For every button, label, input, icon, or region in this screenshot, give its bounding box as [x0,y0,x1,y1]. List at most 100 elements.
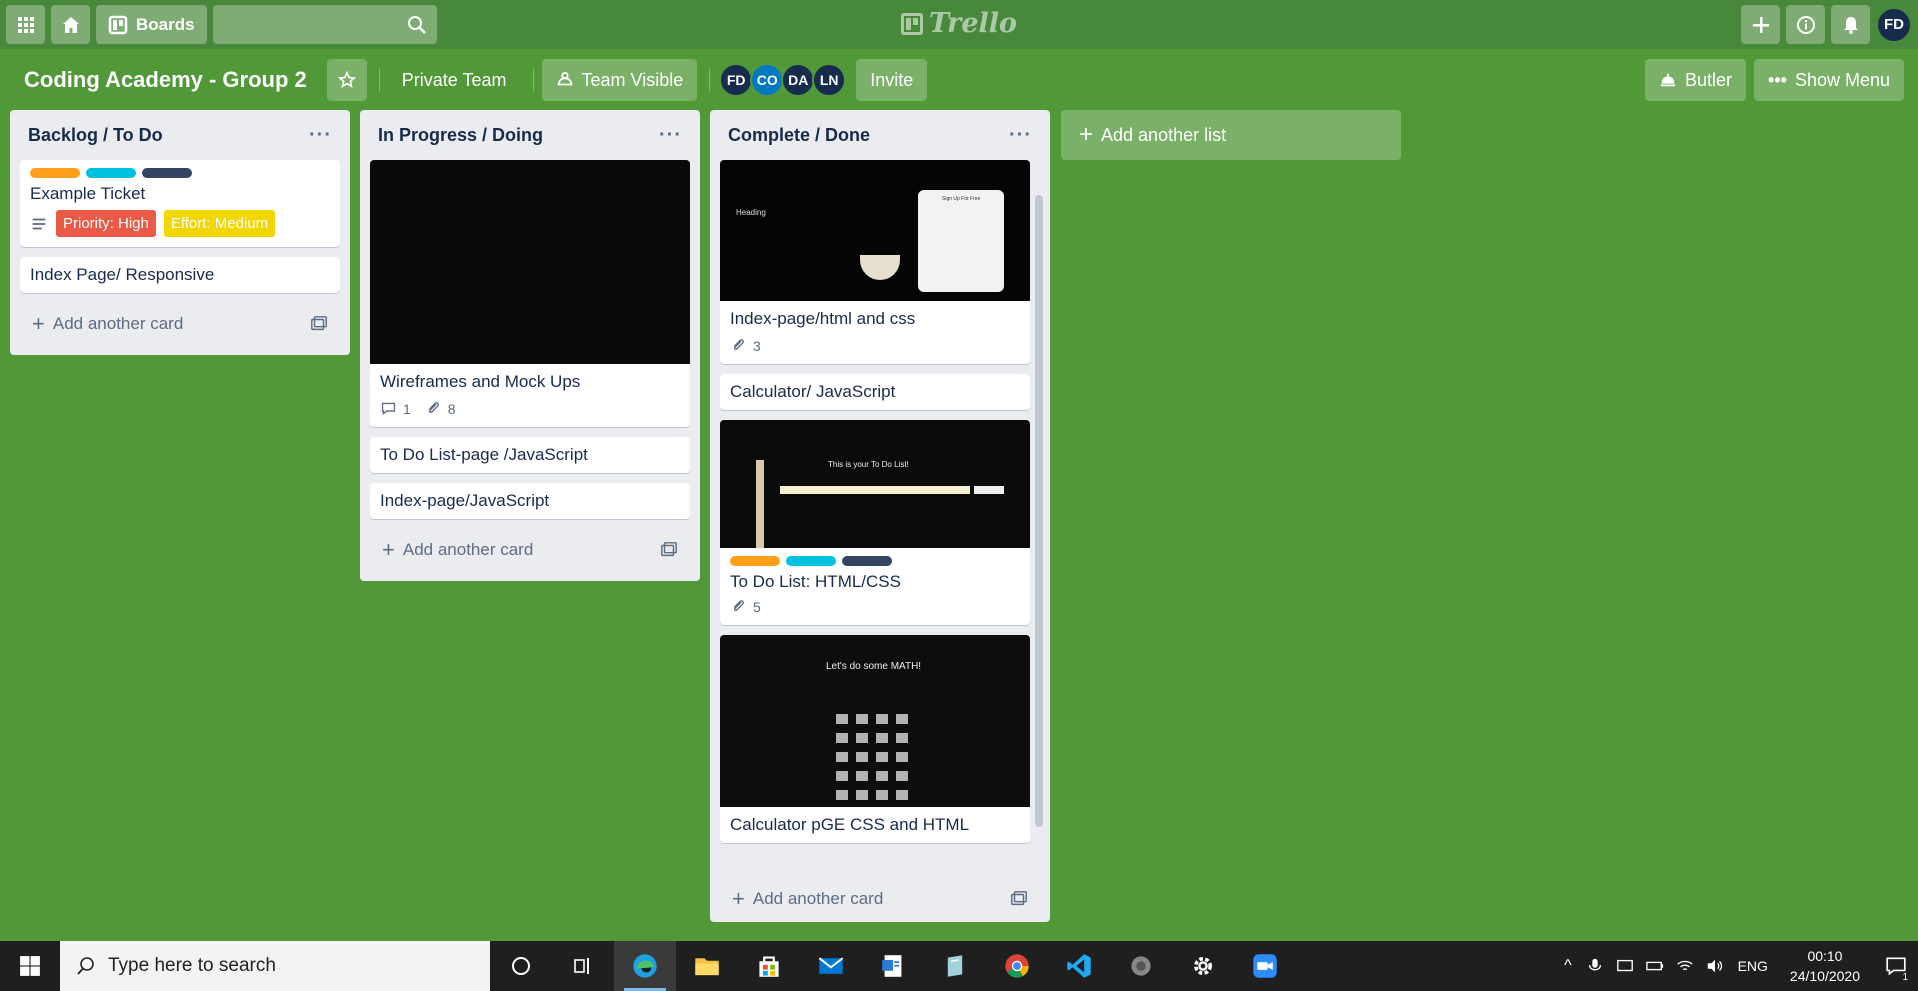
card-example-ticket[interactable]: Example Ticket Priority: High Effort: Me… [20,160,340,247]
start-button[interactable] [0,941,60,991]
zoom-app[interactable] [1234,941,1296,991]
user-avatar[interactable]: FD [1876,6,1912,43]
plus-icon: + [1079,121,1094,148]
notifications-button[interactable]: 1 [1874,941,1918,991]
clock[interactable]: 00:10 24/10/2020 [1790,946,1860,986]
plus-icon: + [732,886,745,911]
store-icon [759,956,779,977]
thumb-text: Let's do some MATH! [826,661,922,672]
document-app[interactable] [862,941,924,991]
battery-icon[interactable] [1645,957,1664,975]
comment-icon [381,402,396,415]
clock-time: 00:10 [1807,948,1843,964]
device-icon[interactable] [1616,957,1634,975]
trello-logo[interactable]: Trello [900,8,1018,39]
card-template-icon[interactable] [1010,890,1028,908]
search-input[interactable] [212,5,437,44]
card-labels[interactable] [20,160,340,178]
card-cover-image: This is your To Do List! [720,420,1030,548]
mail-app[interactable] [800,941,862,991]
list-scrollbar[interactable] [1035,195,1043,827]
attachments-badge: 8 [425,400,456,417]
folder-icon [695,958,719,976]
language-indicator[interactable]: ENG [1738,958,1768,974]
card-wireframes[interactable]: Wireframes and Mock Ups 1 8 [370,160,690,427]
edge-app[interactable] [614,941,676,991]
label-orange[interactable] [30,168,80,178]
label-black[interactable] [142,168,192,178]
file-explorer-app[interactable] [676,941,738,991]
member-avatar[interactable]: FD [719,63,754,97]
list-title[interactable]: Backlog / To Do [28,125,163,146]
card-labels[interactable] [720,548,1030,566]
card-title: To Do List-page /JavaScript [380,445,588,464]
card-calculator-js[interactable]: Calculator/ JavaScript [720,374,1030,410]
card-todo-js[interactable]: To Do List-page /JavaScript [370,437,690,473]
card-index-js[interactable]: Index-page/JavaScript [370,483,690,519]
store-app[interactable] [738,941,800,991]
create-button[interactable] [1741,5,1780,44]
add-card-label: Add another card [402,540,534,559]
bell-icon [1843,16,1858,34]
card-badges: 1 8 [370,400,690,427]
list-title[interactable]: Complete / Done [728,125,870,146]
notifications-button[interactable] [1831,5,1870,44]
document-icon [882,955,902,977]
thumb-add-button [974,486,1004,494]
mail-icon [818,957,844,974]
team-button[interactable]: Private Team [388,59,521,101]
notes-app[interactable] [924,941,986,991]
visibility-button[interactable]: Team Visible [541,59,698,101]
star-button[interactable] [326,59,367,101]
task-view-button[interactable] [552,941,614,991]
add-card-label: Add another card [52,314,184,333]
wifi-icon[interactable] [1676,957,1694,975]
thumb-bowl [860,255,900,280]
list-menu-icon[interactable]: ··· [309,124,332,147]
label-sky[interactable] [86,168,136,178]
chevron-up-icon[interactable]: ^ [1564,957,1572,975]
boards-button[interactable]: Boards [96,5,207,44]
taskbar-search-input[interactable]: Type here to search [60,941,490,991]
volume-icon[interactable] [1706,957,1724,975]
settings-app[interactable] [1172,941,1234,991]
card-badges: 3 [720,337,1030,364]
comments-badge: 1 [380,400,411,417]
add-list-label: Add another list [1101,124,1227,145]
home-button[interactable] [51,5,90,44]
label-sky[interactable] [786,556,836,566]
chrome-app[interactable] [986,941,1048,991]
member-avatar[interactable]: LN [812,63,847,97]
card-template-icon[interactable] [660,541,678,559]
card-index-html-css[interactable]: Heading Sign Up For Free Index-page/html… [720,160,1030,364]
list-menu-icon[interactable]: ··· [1009,124,1032,147]
info-button[interactable] [1786,5,1825,44]
add-list-button[interactable]: + Add another list [1061,110,1401,160]
member-avatar[interactable]: DA [781,63,816,97]
card-calculator-page[interactable]: Let's do some MATH! Calculator pGE CSS a… [720,635,1030,843]
list-title[interactable]: In Progress / Doing [378,125,543,146]
search-icon [407,15,426,34]
home-icon [62,16,79,33]
label-orange[interactable] [730,556,780,566]
add-card-button[interactable]: + Add another card [720,876,1040,922]
vscode-app[interactable] [1048,941,1110,991]
member-avatar[interactable]: CO [750,63,785,97]
card-index-responsive[interactable]: Index Page/ Responsive [20,257,340,293]
microphone-icon[interactable] [1586,957,1604,975]
card-title: Calculator pGE CSS and HTML [730,815,970,834]
apps-grid-button[interactable] [6,5,45,44]
card-todo-html-css[interactable]: This is your To Do List! To Do List: HTM… [720,420,1030,625]
add-card-button[interactable]: + Add another card [370,529,690,571]
butler-button[interactable]: Butler [1645,59,1747,101]
trello-logo-text: Trello [928,8,1018,39]
label-black[interactable] [842,556,892,566]
board-title[interactable]: Coding Academy - Group 2 [24,67,307,93]
add-card-button[interactable]: + Add another card [20,303,340,345]
list-menu-icon[interactable]: ··· [659,124,682,147]
card-template-icon[interactable] [310,315,328,333]
cortana-button[interactable] [490,941,552,991]
invite-button[interactable]: Invite [856,59,928,101]
show-menu-button[interactable]: ••• Show Menu [1754,59,1904,101]
audio-app[interactable] [1110,941,1172,991]
